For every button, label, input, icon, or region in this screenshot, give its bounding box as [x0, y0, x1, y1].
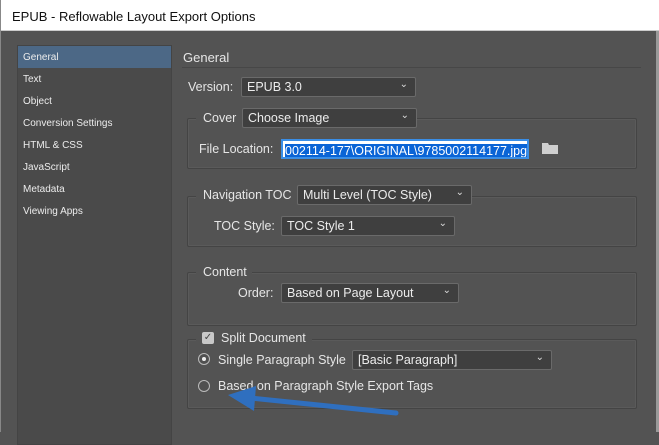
- annotation-arrow: [228, 386, 399, 416]
